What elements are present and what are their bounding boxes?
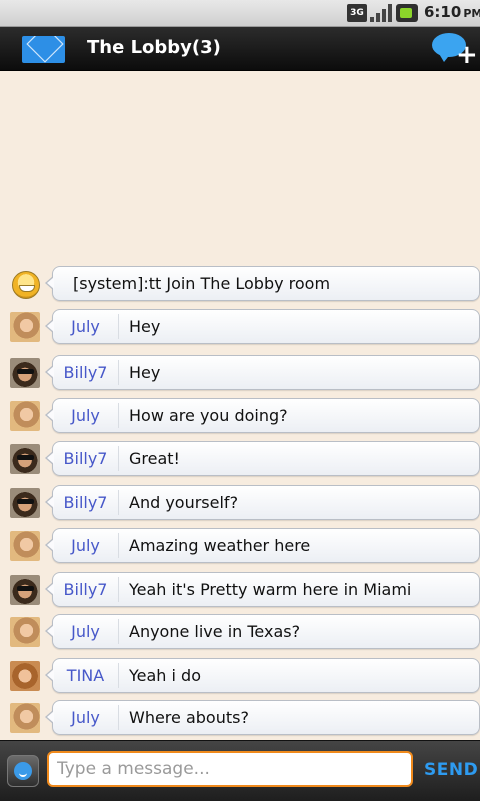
mail-icon[interactable]	[22, 36, 65, 63]
divider	[118, 360, 119, 385]
avatar[interactable]	[10, 617, 40, 647]
divider	[118, 403, 119, 428]
avatar[interactable]	[10, 358, 40, 388]
divider	[118, 490, 119, 515]
sender-name[interactable]: July	[53, 310, 118, 343]
list-item[interactable]: Billy7 And yourself?	[0, 483, 480, 523]
list-item[interactable]: July Hey	[0, 307, 480, 347]
message-text: Great!	[129, 449, 180, 468]
list-item[interactable]: July Anyone live in Texas?	[0, 612, 480, 652]
list-item[interactable]: Billy7 Hey	[0, 353, 480, 393]
list-item[interactable]: Billy7 Great!	[0, 439, 480, 479]
list-item[interactable]: July Where abouts?	[0, 698, 480, 738]
avatar[interactable]	[10, 575, 40, 605]
page-title: The Lobby(3)	[87, 37, 221, 58]
emoji-button[interactable]	[7, 755, 39, 787]
send-button[interactable]: SEND	[424, 760, 478, 780]
sender-name[interactable]: Billy7	[53, 573, 118, 606]
message-list[interactable]: [system]:tt Join The Lobby room July Hey…	[0, 71, 480, 740]
message-bubble: Billy7 Hey	[45, 355, 480, 390]
message-input[interactable]	[47, 751, 413, 787]
message-bubble: TINA Yeah i do	[45, 658, 480, 693]
divider	[118, 446, 119, 471]
message-text: Anyone live in Texas?	[129, 622, 301, 641]
message-text: Amazing weather here	[129, 536, 311, 555]
message-bubble: Billy7 Yeah it's Pretty warm here in Mia…	[45, 572, 480, 607]
divider	[118, 577, 119, 602]
divider	[118, 705, 119, 730]
system-message: [system]:tt Join The Lobby room	[0, 264, 480, 304]
message-text: Yeah i do	[129, 666, 201, 685]
sender-name[interactable]: July	[53, 399, 118, 432]
avatar[interactable]	[10, 661, 40, 691]
message-bubble: July Anyone live in Texas?	[45, 614, 480, 649]
message-text: Hey	[129, 317, 161, 336]
avatar[interactable]	[10, 531, 40, 561]
list-item[interactable]: TINA Yeah i do	[0, 656, 480, 696]
avatar[interactable]	[10, 444, 40, 474]
sender-name[interactable]: TINA	[53, 659, 118, 692]
message-text: [system]:tt Join The Lobby room	[73, 274, 331, 293]
message-text: And yourself?	[129, 493, 239, 512]
divider	[118, 619, 119, 644]
sender-name[interactable]: Billy7	[53, 442, 118, 475]
message-bubble: July How are you doing?	[45, 398, 480, 433]
signal-strength-icon	[370, 4, 392, 22]
message-text: Where abouts?	[129, 708, 249, 727]
divider	[118, 314, 119, 339]
message-bubble: July Hey	[45, 309, 480, 344]
sender-name[interactable]: July	[53, 615, 118, 648]
status-bar: 3G 6:10 PM	[0, 0, 480, 27]
message-text: Hey	[129, 363, 161, 382]
battery-icon	[396, 4, 418, 22]
list-item[interactable]: July Amazing weather here	[0, 526, 480, 566]
sender-name[interactable]: July	[53, 701, 118, 734]
smiley-icon	[14, 762, 32, 780]
avatar[interactable]	[10, 401, 40, 431]
sender-name[interactable]: July	[53, 529, 118, 562]
list-item[interactable]: July How are you doing?	[0, 396, 480, 436]
divider	[118, 533, 119, 558]
divider	[118, 663, 119, 688]
new-chat-icon[interactable]: +	[432, 33, 478, 68]
message-text: How are you doing?	[129, 406, 288, 425]
network-3g-icon: 3G	[347, 4, 367, 22]
list-item[interactable]: Billy7 Yeah it's Pretty warm here in Mia…	[0, 570, 480, 610]
message-bubble: Billy7 Great!	[45, 441, 480, 476]
avatar[interactable]	[10, 312, 40, 342]
message-bubble: [system]:tt Join The Lobby room	[45, 266, 480, 301]
sender-name[interactable]: Billy7	[53, 356, 118, 389]
title-bar: The Lobby(3) +	[0, 27, 480, 71]
message-bubble: Billy7 And yourself?	[45, 485, 480, 520]
status-time: 6:10 PM	[424, 3, 480, 21]
system-smiley-icon	[12, 271, 40, 299]
composer-bar: SEND	[0, 740, 480, 801]
message-bubble: July Where abouts?	[45, 700, 480, 735]
avatar[interactable]	[10, 703, 40, 733]
avatar[interactable]	[10, 488, 40, 518]
message-text: Yeah it's Pretty warm here in Miami	[129, 580, 412, 599]
sender-name[interactable]: Billy7	[53, 486, 118, 519]
message-bubble: July Amazing weather here	[45, 528, 480, 563]
